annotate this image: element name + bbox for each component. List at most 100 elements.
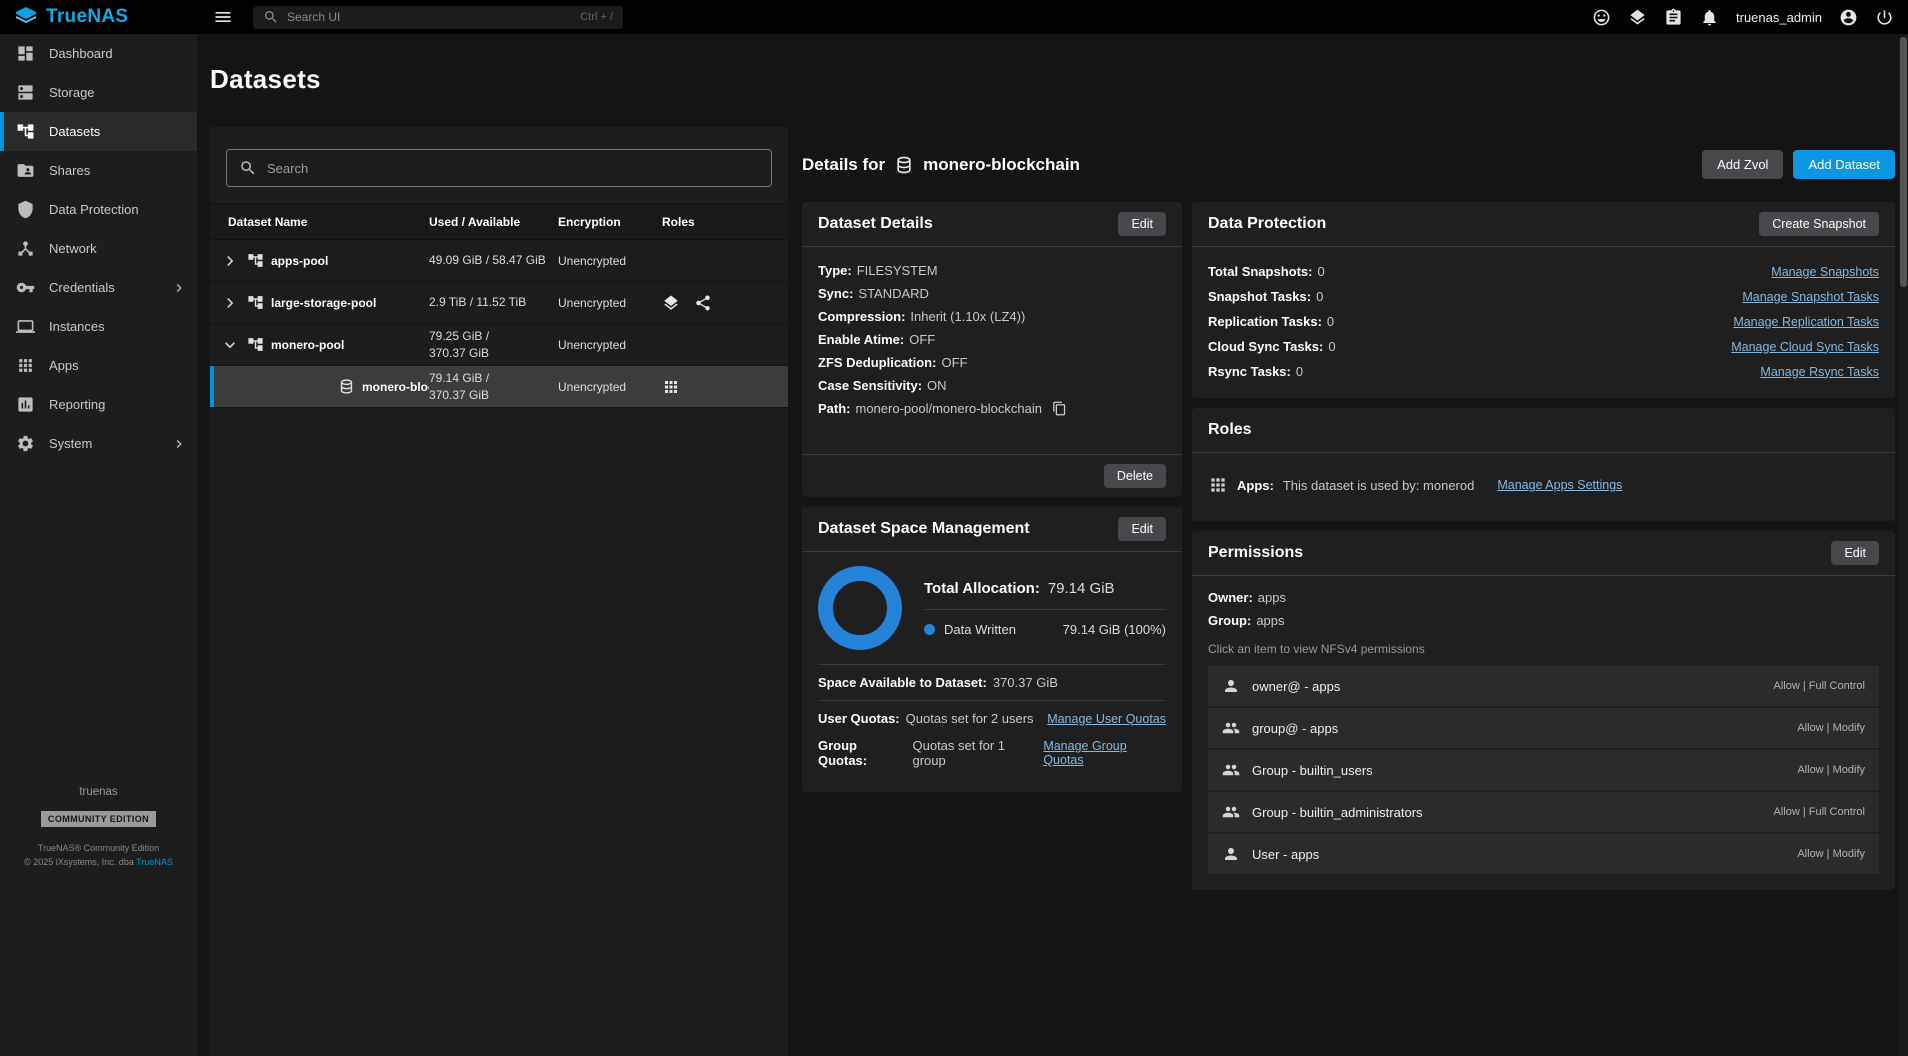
- apps-role-icon[interactable]: [662, 378, 680, 396]
- sidebar-item-credentials[interactable]: Credentials: [0, 268, 197, 307]
- column-encryption: Encryption: [558, 215, 662, 229]
- card-title: Dataset Details: [818, 215, 933, 233]
- group-quotas-label: Group Quotas:: [818, 738, 907, 768]
- sidebar-item-system[interactable]: System: [0, 424, 197, 463]
- permission-value: Allow | Full Control: [1774, 806, 1866, 818]
- table-row-monero-pool[interactable]: monero-pool 79.25 GiB / 370.37 GiB Unenc…: [210, 324, 788, 366]
- truecommand-button[interactable]: [1628, 8, 1647, 27]
- sidebar-item-apps[interactable]: Apps: [0, 346, 197, 385]
- details-title: Details for monero-blockchain: [802, 155, 1080, 175]
- edit-permissions-button[interactable]: Edit: [1831, 541, 1879, 565]
- sidebar-item-label: System: [49, 436, 92, 451]
- layers-icon: [1628, 8, 1647, 27]
- footer-copyright: © 2025 iXsystems, Inc. dba TrueNAS: [0, 857, 197, 867]
- jobs-button[interactable]: [1664, 8, 1683, 27]
- details-header: Details for monero-blockchain Add Zvol A…: [802, 127, 1895, 202]
- alerts-button[interactable]: [1700, 8, 1719, 27]
- dataset-search-input[interactable]: Search: [226, 149, 772, 187]
- sidebar-item-data-protection[interactable]: Data Protection: [0, 190, 197, 229]
- expand-row-icon[interactable]: [220, 293, 240, 313]
- table-row-apps-pool[interactable]: apps-pool 49.09 GiB / 58.47 GiB Unencryp…: [210, 240, 788, 282]
- legend-row: Data Written 79.14 GiB (100%): [924, 609, 1166, 641]
- manage-snapshots-link[interactable]: Manage Snapshots: [1771, 265, 1879, 279]
- dataset-name: large-storage-pool: [271, 296, 376, 310]
- manage-apps-settings-link[interactable]: Manage Apps Settings: [1497, 478, 1622, 492]
- manage-cloud-sync-tasks-link[interactable]: Manage Cloud Sync Tasks: [1731, 340, 1879, 354]
- manage-rsync-tasks-link[interactable]: Manage Rsync Tasks: [1760, 365, 1879, 379]
- total-allocation-value: 79.14 GiB: [1048, 580, 1115, 597]
- menu-toggle-button[interactable]: [213, 7, 233, 27]
- sidebar-footer: truenas COMMUNITY EDITION TrueNAS® Commu…: [0, 786, 197, 867]
- sidebar-item-label: Dashboard: [49, 46, 113, 61]
- storage-role-icon[interactable]: [662, 294, 680, 312]
- table-row-large-storage-pool[interactable]: large-storage-pool 2.9 TiB / 11.52 TiB U…: [210, 282, 788, 324]
- sidebar-item-datasets[interactable]: Datasets: [0, 112, 197, 151]
- owner-value: apps: [1258, 590, 1286, 605]
- manage-snapshot-tasks-link[interactable]: Manage Snapshot Tasks: [1742, 290, 1879, 304]
- permission-name: group@ - apps: [1252, 721, 1338, 736]
- add-dataset-button[interactable]: Add Dataset: [1793, 150, 1895, 179]
- feedback-button[interactable]: [1592, 8, 1611, 27]
- column-dataset-name: Dataset Name: [210, 215, 429, 229]
- network-icon: [16, 239, 35, 258]
- add-zvol-button[interactable]: Add Zvol: [1702, 150, 1783, 179]
- global-search-input[interactable]: Search UI Ctrl + /: [253, 6, 623, 29]
- permission-item-builtin-administrators[interactable]: Group - builtin_administrators Allow | F…: [1208, 792, 1879, 832]
- sidebar-item-label: Network: [49, 241, 97, 256]
- share-role-icon[interactable]: [694, 294, 712, 312]
- roles-card: Roles Apps: This dataset is used by: mon…: [1192, 408, 1895, 521]
- permission-value: Allow | Modify: [1797, 848, 1865, 860]
- user-quotas-value: Quotas set for 2 users: [906, 711, 1034, 726]
- search-shortcut-hint: Ctrl + /: [580, 11, 613, 23]
- apps-icon: [1208, 475, 1228, 495]
- pool-icon: [247, 294, 264, 311]
- pool-icon: [247, 336, 264, 353]
- sidebar: Dashboard Storage Datasets Shares Data P…: [0, 34, 197, 1056]
- truenas-footer-link[interactable]: TrueNAS: [136, 857, 173, 867]
- truenas-logo-icon: [14, 5, 38, 29]
- sidebar-item-storage[interactable]: Storage: [0, 73, 197, 112]
- sidebar-item-instances[interactable]: Instances: [0, 307, 197, 346]
- card-title: Data Protection: [1208, 215, 1326, 233]
- scrollbar[interactable]: [1899, 34, 1908, 1056]
- bell-icon: [1700, 8, 1719, 27]
- permission-item-owner[interactable]: owner@ - apps Allow | Full Control: [1208, 666, 1879, 706]
- card-title: Roles: [1208, 421, 1252, 439]
- user-quotas-label: User Quotas:: [818, 711, 900, 726]
- permission-item-user-apps[interactable]: User - apps Allow | Modify: [1208, 834, 1879, 874]
- scrollbar-thumb[interactable]: [1900, 37, 1907, 287]
- power-button[interactable]: [1875, 8, 1894, 27]
- dp-label: Replication Tasks:: [1208, 314, 1322, 329]
- dp-label: Cloud Sync Tasks:: [1208, 339, 1323, 354]
- manage-replication-tasks-link[interactable]: Manage Replication Tasks: [1733, 315, 1879, 329]
- expand-row-icon[interactable]: [220, 251, 240, 271]
- sidebar-item-reporting[interactable]: Reporting: [0, 385, 197, 424]
- create-snapshot-button[interactable]: Create Snapshot: [1759, 212, 1879, 236]
- copy-path-icon[interactable]: [1052, 401, 1067, 416]
- datasets-icon: [16, 122, 35, 141]
- sidebar-item-dashboard[interactable]: Dashboard: [0, 34, 197, 73]
- delete-dataset-button[interactable]: Delete: [1104, 464, 1166, 488]
- shares-icon: [16, 161, 35, 180]
- manage-group-quotas-link[interactable]: Manage Group Quotas: [1043, 739, 1166, 767]
- field-label: Path:: [818, 401, 851, 416]
- selected-dataset-name: monero-blockchain: [923, 155, 1080, 175]
- brand[interactable]: TrueNAS: [0, 5, 197, 29]
- permission-item-group[interactable]: group@ - apps Allow | Modify: [1208, 708, 1879, 748]
- table-row-monero-blockchain[interactable]: monero-blockchain 79.14 GiB / 370.37 GiB…: [210, 366, 788, 408]
- manage-user-quotas-link[interactable]: Manage User Quotas: [1047, 712, 1166, 726]
- edit-space-button[interactable]: Edit: [1118, 517, 1166, 541]
- permissions-card: Permissions Edit Owner:apps Group:apps C…: [1192, 531, 1895, 890]
- field-label: Type:: [818, 263, 852, 278]
- field-label: Compression:: [818, 309, 905, 324]
- user-menu-button[interactable]: [1839, 8, 1858, 27]
- username[interactable]: truenas_admin: [1736, 10, 1822, 25]
- sidebar-item-shares[interactable]: Shares: [0, 151, 197, 190]
- encryption-status: Unencrypted: [558, 338, 662, 352]
- collapse-row-icon[interactable]: [220, 335, 240, 355]
- sidebar-item-network[interactable]: Network: [0, 229, 197, 268]
- total-allocation-label: Total Allocation:: [924, 580, 1040, 597]
- sidebar-item-label: Datasets: [49, 124, 100, 139]
- permission-item-builtin-users[interactable]: Group - builtin_users Allow | Modify: [1208, 750, 1879, 790]
- edit-dataset-details-button[interactable]: Edit: [1118, 212, 1166, 236]
